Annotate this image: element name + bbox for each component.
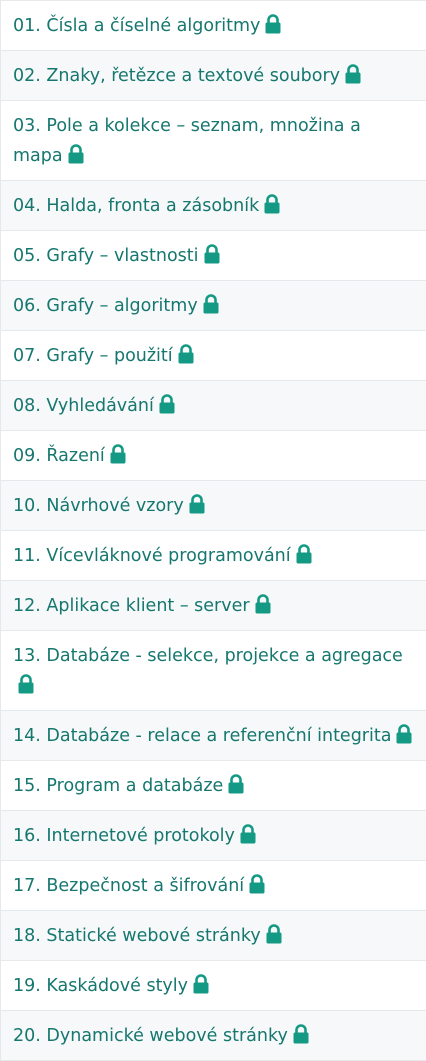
lock-icon [395,724,413,744]
lesson-label: 09. Řazení [13,446,105,466]
lesson-label: 07. Grafy – použití [13,346,173,366]
lock-icon [264,14,282,34]
lesson-label: 19. Kaskádové styly [13,976,189,996]
lesson-item-20[interactable]: 20. Dynamické webové stránky [1,1011,426,1061]
lock-icon [292,1024,310,1044]
lesson-item-15[interactable]: 15. Program a databáze [1,761,426,811]
lock-icon [17,674,35,694]
lock-icon [188,494,206,514]
lesson-item-19[interactable]: 19. Kaskádové styly [1,961,426,1011]
lesson-label: 04. Halda, fronta a zásobník [13,196,260,216]
lesson-item-05[interactable]: 05. Grafy – vlastnosti [1,231,426,281]
lock-icon [254,594,272,614]
lesson-label: 18. Statické webové stránky [13,926,261,946]
lesson-item-09[interactable]: 09. Řazení [1,431,426,481]
lesson-item-12[interactable]: 12. Aplikace klient – server [1,581,426,631]
lesson-label: 05. Grafy – vlastnosti [13,246,199,266]
lesson-item-03[interactable]: 03. Pole a kolekce – seznam, množina a m… [1,101,426,181]
lock-icon [227,774,245,794]
lock-icon [109,444,127,464]
lesson-item-10[interactable]: 10. Návrhové vzory [1,481,426,531]
lock-icon [248,874,266,894]
lesson-label: 11. Vícevláknové programování [13,546,291,566]
lesson-label: 13. Databáze - selekce, projekce a agreg… [13,646,403,666]
lesson-label: 17. Bezpečnost a šifrování [13,876,245,896]
lesson-item-18[interactable]: 18. Statické webové stránky [1,911,426,961]
lesson-label: 06. Grafy – algoritmy [13,296,198,316]
lock-icon [192,974,210,994]
lock-icon [239,824,257,844]
lock-icon [177,344,195,364]
lesson-item-08[interactable]: 08. Vyhledávání [1,381,426,431]
lesson-item-17[interactable]: 17. Bezpečnost a šifrování [1,861,426,911]
lesson-label: 01. Čísla a číselné algoritmy [13,16,261,36]
lesson-item-04[interactable]: 04. Halda, fronta a zásobník [1,181,426,231]
lesson-list: 01. Čísla a číselné algoritmy 02. Znaky,… [0,0,426,1061]
lesson-label: 08. Vyhledávání [13,396,154,416]
lock-icon [265,924,283,944]
lesson-label: 15. Program a databáze [13,776,224,796]
lock-icon [67,144,85,164]
lesson-label: 16. Internetové protokoly [13,826,235,846]
lesson-label: 03. Pole a kolekce – seznam, množina a m… [13,116,361,166]
lesson-label: 20. Dynamické webové stránky [13,1026,288,1046]
lesson-label: 14. Databáze - relace a referenční integ… [13,726,392,746]
lesson-item-14[interactable]: 14. Databáze - relace a referenční integ… [1,711,426,761]
lock-icon [344,64,362,84]
lesson-item-13[interactable]: 13. Databáze - selekce, projekce a agreg… [1,631,426,711]
lesson-item-16[interactable]: 16. Internetové protokoly [1,811,426,861]
lock-icon [158,394,176,414]
lock-icon [203,244,221,264]
lock-icon [202,294,220,314]
lesson-item-01[interactable]: 01. Čísla a číselné algoritmy [1,1,426,51]
lock-icon [263,194,281,214]
lesson-item-06[interactable]: 06. Grafy – algoritmy [1,281,426,331]
lesson-label: 02. Znaky, řetězce a textové soubory [13,66,341,86]
lesson-item-02[interactable]: 02. Znaky, řetězce a textové soubory [1,51,426,101]
lesson-label: 10. Návrhové vzory [13,496,184,516]
lesson-label: 12. Aplikace klient – server [13,596,250,616]
lesson-item-11[interactable]: 11. Vícevláknové programování [1,531,426,581]
lesson-item-07[interactable]: 07. Grafy – použití [1,331,426,381]
lock-icon [295,544,313,564]
